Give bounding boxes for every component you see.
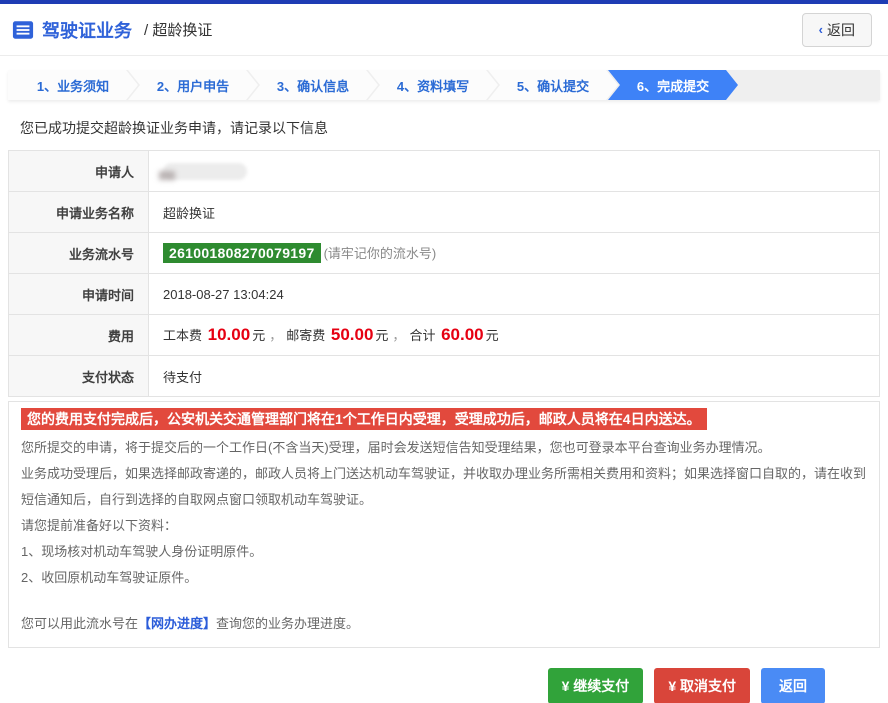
applicant-label: 申请人 bbox=[8, 150, 149, 192]
success-message: 您已成功提交超龄换证业务申请，请记录以下信息 bbox=[20, 120, 328, 136]
fee-total-amount: 60.00 bbox=[441, 325, 484, 344]
progress-suffix: 查询您的业务办理进度。 bbox=[216, 616, 360, 631]
action-button-row: ¥ 继续支付 ¥ 取消支付 返回 bbox=[0, 668, 825, 703]
breadcrumb: 驾驶证业务 / 超龄换证 bbox=[12, 17, 212, 43]
page-subtitle: / 超龄换证 bbox=[144, 22, 213, 39]
notice-paragraph-3: 请您提前准备好以下资料： bbox=[21, 518, 178, 533]
delivery-warning-banner: 您的费用支付完成后，公安机关交通管理部门将在1个工作日内受理，受理成功后，邮政人… bbox=[21, 408, 707, 430]
notice-paragraph-5: 2、收回原机动车驾驶证原件。 bbox=[21, 570, 198, 585]
step-3-confirm-info: 3、确认信息 bbox=[248, 70, 378, 100]
table-row-fee: 费用 工本费 10.00 元，邮寄费 50.00 元，合计 60.00 元 bbox=[8, 314, 880, 356]
fee-part2-label: 邮寄费 bbox=[286, 328, 326, 343]
fee-part1-amount: 10.00 bbox=[207, 325, 251, 344]
progress-query-line: 您可以用此流水号在【网办进度】查询您的业务办理进度。 bbox=[21, 611, 867, 637]
list-icon bbox=[12, 19, 34, 41]
fee-total-label: 合计 bbox=[409, 328, 436, 343]
fee-separator-2: ， bbox=[392, 328, 406, 343]
fee-label: 费用 bbox=[8, 314, 149, 356]
applicant-value bbox=[149, 151, 880, 192]
progress-link[interactable]: 【网办进度】 bbox=[138, 616, 216, 631]
fee-part1-label: 工本费 bbox=[163, 328, 203, 343]
notice-paragraph-1: 您所提交的申请，将于提交后的一个工作日(不含当天)受理，届时会发送短信告知受理结… bbox=[21, 440, 771, 455]
table-row-service: 申请业务名称 超龄换证 bbox=[8, 191, 880, 233]
page-header: 驾驶证业务 / 超龄换证 ‹ 返回 bbox=[0, 4, 888, 56]
fee-unit-2: 元 bbox=[375, 328, 389, 343]
step-1-notice: 1、业务须知 bbox=[8, 70, 138, 100]
table-row-serial: 业务流水号 261001808270079197 (请牢记你的流水号) bbox=[8, 232, 880, 274]
step-4-fill-data: 4、资料填写 bbox=[368, 70, 498, 100]
notice-paragraph-4: 1、现场核对机动车驾驶人身份证明原件。 bbox=[21, 544, 263, 559]
fee-value-cell: 工本费 10.00 元，邮寄费 50.00 元，合计 60.00 元 bbox=[149, 315, 880, 356]
pay-status-label: 支付状态 bbox=[8, 355, 149, 397]
back-button-bottom[interactable]: 返回 bbox=[761, 668, 825, 703]
serial-note: (请牢记你的流水号) bbox=[323, 246, 437, 261]
step-5-confirm-submit: 5、确认提交 bbox=[488, 70, 618, 100]
pay-status-value: 待支付 bbox=[163, 369, 203, 385]
progress-prefix: 您可以用此流水号在 bbox=[21, 616, 139, 631]
continue-payment-button[interactable]: ¥ 继续支付 bbox=[547, 668, 644, 703]
fee-part2-amount: 50.00 bbox=[330, 325, 374, 344]
step-6-complete: 6、完成提交 bbox=[608, 70, 738, 100]
wizard-steps: 1、业务须知 2、用户申告 3、确认信息 4、资料填写 5、确认提交 6、完成提… bbox=[8, 70, 880, 100]
serial-value-cell: 261001808270079197 (请牢记你的流水号) bbox=[149, 233, 880, 274]
fee-separator-1: ， bbox=[269, 328, 283, 343]
redacted-name bbox=[163, 162, 247, 180]
back-button-top[interactable]: ‹ 返回 bbox=[801, 12, 872, 47]
notice-panel: 您的费用支付完成后，公安机关交通管理部门将在1个工作日内受理，受理成功后，邮政人… bbox=[8, 401, 880, 648]
table-row-time: 申请时间 2018-08-27 13:04:24 bbox=[8, 273, 880, 315]
chevron-left-icon: ‹ bbox=[818, 22, 823, 37]
notice-paragraph-2: 业务成功受理后，如果选择邮政寄递的，邮政人员将上门送达机动车驾驶证，并收取办理业… bbox=[21, 466, 867, 507]
time-label: 申请时间 bbox=[8, 273, 149, 315]
service-label: 申请业务名称 bbox=[8, 191, 149, 233]
serial-label: 业务流水号 bbox=[8, 232, 149, 274]
step-2-declaration: 2、用户申告 bbox=[128, 70, 258, 100]
page-title: 驾驶证业务 bbox=[42, 20, 132, 41]
table-row-pay-status: 支付状态 待支付 bbox=[8, 355, 880, 397]
back-button-top-label: 返回 bbox=[827, 21, 855, 38]
serial-number-badge: 261001808270079197 bbox=[163, 243, 321, 263]
time-value: 2018-08-27 13:04:24 bbox=[163, 286, 284, 302]
service-value: 超龄换证 bbox=[163, 205, 216, 221]
fee-unit-1: 元 bbox=[252, 328, 266, 343]
fee-unit-3: 元 bbox=[485, 328, 499, 343]
application-info-table: 申请人 申请业务名称 超龄换证 业务流水号 261001808270079197… bbox=[8, 150, 880, 397]
cancel-payment-button[interactable]: ¥ 取消支付 bbox=[654, 668, 750, 703]
table-row-applicant: 申请人 bbox=[8, 150, 880, 192]
